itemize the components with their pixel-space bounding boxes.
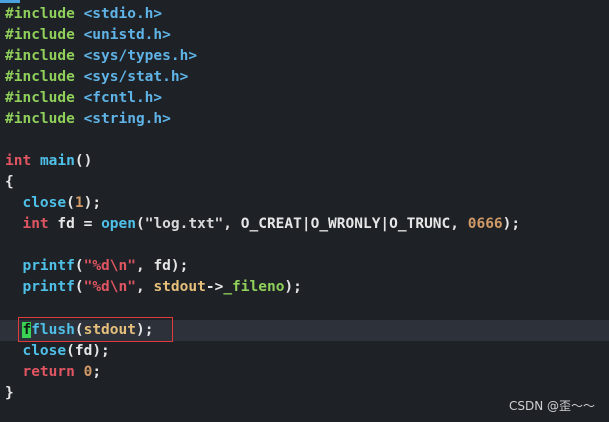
code-line-close-1[interactable]: close(1); [5, 193, 101, 214]
code-line-5[interactable]: #include <fcntl.h> [5, 88, 162, 109]
code-line-close-fd[interactable]: close(fd); [5, 341, 109, 362]
code-line-6[interactable]: #include <string.h> [5, 109, 171, 130]
code-line-open[interactable]: int fd = open("log.txt", O_CREAT|O_WRONL… [5, 214, 520, 235]
code-line-printf-1[interactable]: printf("%d\n", fd); [5, 256, 188, 277]
code-line-printf-2[interactable]: printf("%d\n", stdout->_fileno); [5, 277, 301, 298]
code-line-1[interactable]: #include <stdio.h> [5, 4, 162, 25]
code-editor[interactable]: #include <stdio.h> #include <unistd.h> #… [0, 0, 609, 422]
watermark: CSDN @歪～～ [508, 399, 595, 413]
code-line-2[interactable]: #include <unistd.h> [5, 25, 171, 46]
code-line-return[interactable]: return 0; [5, 362, 101, 383]
scroll-accent-bar [0, 0, 20, 3]
code-line-4[interactable]: #include <sys/stat.h> [5, 67, 188, 88]
code-line-main[interactable]: int main() [5, 151, 92, 172]
code-line-open-brace[interactable]: { [5, 172, 14, 193]
code-line-close-brace[interactable]: } [5, 383, 14, 404]
red-annotation-box [18, 317, 173, 342]
code-line-3[interactable]: #include <sys/types.h> [5, 46, 197, 67]
